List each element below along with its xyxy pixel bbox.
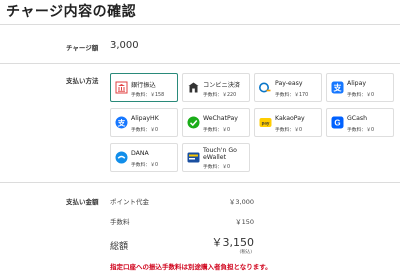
kakaopay-icon: pay (259, 118, 272, 127)
payment-method-grid: 銀行振込 手数料：￥158 コンビニ決済 手数料：￥220 Pay-easy 手… (110, 73, 394, 173)
points-label: ポイント代金 (110, 198, 149, 206)
payment-option-payeasy[interactable]: Pay-easy 手数料：￥170 (254, 73, 322, 102)
payment-option-fee: 手数料：￥170 (275, 93, 309, 98)
payment-option-fee: 手数料：￥220 (203, 93, 237, 98)
payment-amount-label: 支払い金額 (66, 198, 99, 206)
payment-option-kakaopay[interactable]: pay KakaoPay 手数料：￥0 (254, 108, 322, 137)
payeasy-icon (259, 82, 271, 93)
payment-option-fee: 手数料：￥0 (275, 128, 303, 133)
payment-option-convenience-store[interactable]: コンビニ決済 手数料：￥220 (182, 73, 250, 102)
svg-text:G: G (334, 119, 340, 128)
payment-option-name: Alipay (347, 80, 367, 87)
payment-option-fee: 手数料：￥158 (131, 93, 165, 98)
payment-option-bank-transfer[interactable]: 銀行振込 手数料：￥158 (110, 73, 178, 102)
payment-option-alipay[interactable]: 支 Alipay 手数料：￥0 (326, 73, 394, 102)
payment-option-fee: 手数料：￥0 (203, 165, 231, 170)
fee-label: 手数料 (110, 218, 130, 226)
payment-option-wechatpay[interactable]: WeChatPay 手数料：￥0 (182, 108, 250, 137)
points-value: ￥3,000 (228, 198, 254, 206)
wechatpay-icon (187, 116, 200, 129)
charge-amount-label: チャージ額 (66, 44, 99, 52)
payment-divider (0, 182, 400, 183)
payment-option-fee: 手数料：￥0 (131, 128, 159, 133)
header-divider (0, 24, 400, 25)
total-value: ￥3,150 (211, 236, 255, 249)
payment-option-fee: 手数料：￥0 (203, 128, 231, 133)
charge-amount-value: 3,000 (110, 40, 139, 51)
payment-option-fee: 手数料：￥0 (347, 128, 375, 133)
payment-option-name: コンビニ決済 (203, 82, 241, 89)
gcash-icon: G (331, 116, 344, 129)
page-title: チャージ内容の確認 (6, 4, 137, 20)
payment-option-name-line2: eWallet (203, 154, 226, 161)
payment-option-alipayhk[interactable]: 支 AlipayHK 手数料：￥0 (110, 108, 178, 137)
payment-option-name: GCash (347, 115, 368, 122)
payment-option-name: AlipayHK (131, 115, 159, 122)
payment-option-name: WeChatPay (203, 115, 238, 122)
payment-option-fee: 手数料：￥0 (347, 93, 375, 98)
svg-text:支: 支 (333, 83, 343, 93)
payment-method-label: 支払い方法 (66, 77, 99, 85)
convenience-store-icon (188, 82, 199, 93)
payment-option-touchngo[interactable]: Touch'n Go eWallet 手数料：￥0 (182, 143, 250, 172)
svg-text:pay: pay (262, 121, 270, 126)
payment-option-gcash[interactable]: G GCash 手数料：￥0 (326, 108, 394, 137)
dana-icon (115, 151, 128, 164)
payment-option-fee: 手数料：￥0 (131, 163, 159, 168)
tax-included-note: (税込) (239, 250, 252, 255)
transfer-fee-warning: 指定口座への振込手数料は別途購入者負担となります。 (110, 263, 272, 271)
alipay-icon: 支 (331, 81, 344, 94)
payment-option-name: DANA (131, 150, 149, 157)
alipayhk-icon: 支 (115, 116, 128, 129)
bank-icon (115, 81, 128, 94)
payment-option-name: Pay-easy (275, 80, 303, 87)
payment-option-name: 銀行振込 (131, 82, 156, 89)
payment-option-name: Touch'n Go eWallet (203, 147, 237, 161)
payment-option-name: KakaoPay (275, 115, 305, 122)
touchngo-icon (187, 152, 200, 163)
amount-divider (0, 63, 400, 64)
payment-option-name-line1: Touch'n Go (203, 147, 237, 154)
fee-value: ￥150 (235, 218, 254, 226)
svg-text:支: 支 (117, 117, 126, 127)
payment-option-dana[interactable]: DANA 手数料：￥0 (110, 143, 178, 172)
total-label: 総額 (110, 242, 129, 252)
